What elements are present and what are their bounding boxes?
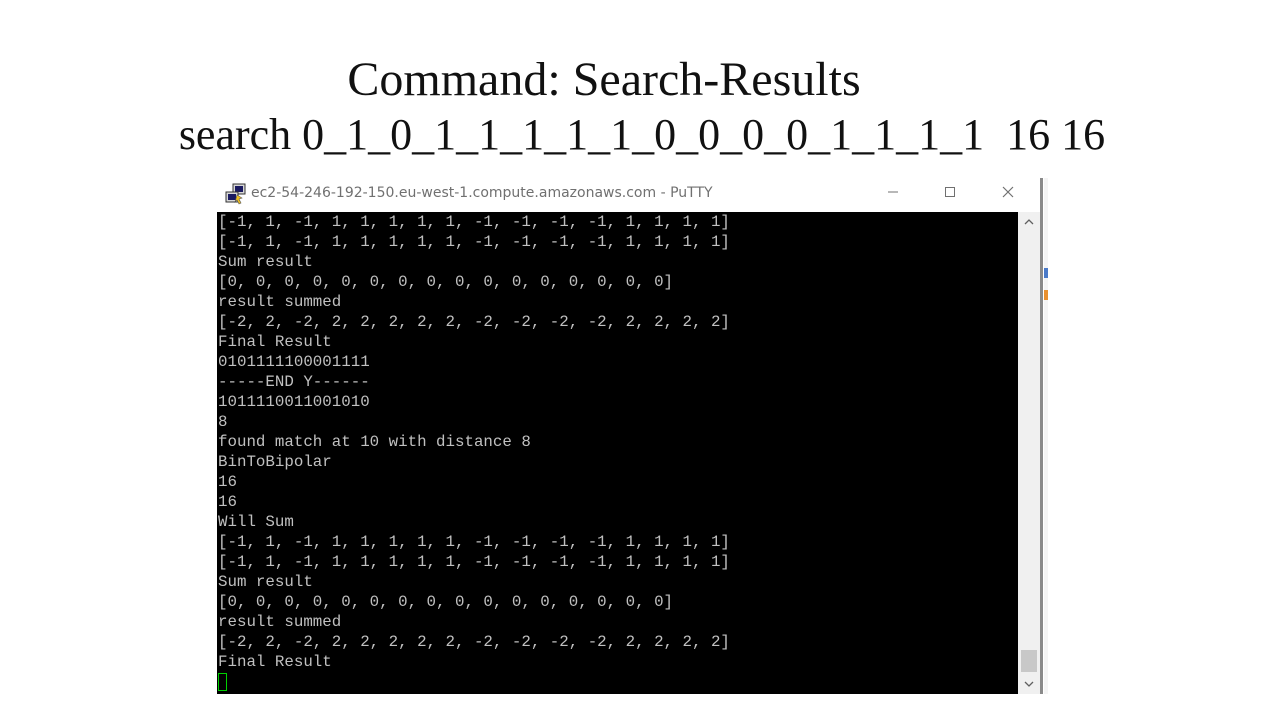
chevron-up-icon xyxy=(1024,213,1034,231)
terminal-line: [-1, 1, -1, 1, 1, 1, 1, 1, -1, -1, -1, -… xyxy=(218,553,730,571)
terminal-line: [0, 0, 0, 0, 0, 0, 0, 0, 0, 0, 0, 0, 0, … xyxy=(218,273,674,291)
putty-icon[interactable] xyxy=(225,183,247,205)
terminal-line: result summed xyxy=(218,613,342,631)
terminal-line: Sum result xyxy=(218,573,313,591)
maximize-icon xyxy=(944,185,956,203)
terminal-line: 16 xyxy=(218,493,237,511)
scrollbar-thumb[interactable] xyxy=(1021,650,1037,672)
terminal-line: 8 xyxy=(218,413,228,431)
terminal-line: [-2, 2, -2, 2, 2, 2, 2, 2, -2, -2, -2, -… xyxy=(218,633,730,651)
terminal-line: Final Result xyxy=(218,333,332,351)
terminal-line: result summed xyxy=(218,293,342,311)
terminal-line: 0101111100001111 xyxy=(218,353,370,371)
terminal-line: [0, 0, 0, 0, 0, 0, 0, 0, 0, 0, 0, 0, 0, … xyxy=(218,593,674,611)
terminal-output[interactable]: [-1, 1, -1, 1, 1, 1, 1, 1, -1, -1, -1, -… xyxy=(217,212,1018,694)
scroll-down-button[interactable] xyxy=(1018,674,1040,694)
slide-subtitle: search 0_1_0_1_1_1_1_1_0_0_0_0_1_1_1_1 1… xyxy=(178,110,1106,159)
window-titlebar[interactable]: ec2-54-246-192-150.eu-west-1.compute.ama… xyxy=(217,178,1041,210)
scroll-up-button[interactable] xyxy=(1018,212,1040,232)
terminal-line: BinToBipolar xyxy=(218,453,332,471)
background-window-edge xyxy=(1044,178,1048,694)
terminal-line: [-1, 1, -1, 1, 1, 1, 1, 1, -1, -1, -1, -… xyxy=(218,233,730,251)
terminal-prompt-line[interactable] xyxy=(217,672,1018,692)
terminal-line: Sum result xyxy=(218,253,313,271)
vertical-scrollbar[interactable] xyxy=(1018,212,1040,694)
terminal-line: [-2, 2, -2, 2, 2, 2, 2, 2, -2, -2, -2, -… xyxy=(218,313,730,331)
minimize-icon xyxy=(887,185,899,203)
background-orange-mark xyxy=(1044,290,1048,300)
terminal-line: Final Result xyxy=(218,653,332,671)
terminal-line: [-1, 1, -1, 1, 1, 1, 1, 1, -1, -1, -1, -… xyxy=(218,213,730,231)
window-border xyxy=(1040,178,1043,694)
close-button[interactable] xyxy=(985,178,1031,210)
minimize-button[interactable] xyxy=(870,178,916,210)
terminal-line: found match at 10 with distance 8 xyxy=(218,433,531,451)
terminal-line: [-1, 1, -1, 1, 1, 1, 1, 1, -1, -1, -1, -… xyxy=(218,533,730,551)
chevron-down-icon xyxy=(1024,675,1034,693)
background-orange-mark xyxy=(1044,268,1048,278)
terminal-line: Will Sum xyxy=(218,513,294,531)
terminal-line: 16 xyxy=(218,473,237,491)
terminal-line: 1011110011001010 xyxy=(218,393,370,411)
window-title: ec2-54-246-192-150.eu-west-1.compute.ama… xyxy=(251,185,713,201)
terminal-line: -----END Y------ xyxy=(218,373,370,391)
terminal-cursor xyxy=(218,672,227,691)
close-icon xyxy=(1001,185,1015,204)
maximize-button[interactable] xyxy=(927,178,973,210)
slide-title: Command: Search-Results xyxy=(347,53,861,106)
putty-window: ec2-54-246-192-150.eu-west-1.compute.ama… xyxy=(217,178,1043,694)
